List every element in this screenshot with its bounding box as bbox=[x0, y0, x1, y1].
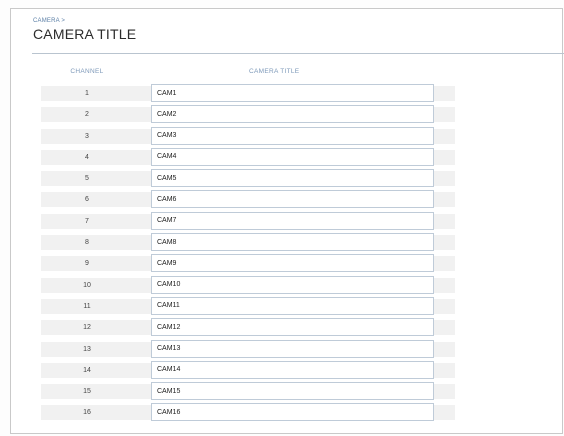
table-row: 15 bbox=[41, 381, 455, 402]
camera-title-input[interactable] bbox=[151, 84, 434, 102]
camera-title-input[interactable] bbox=[151, 147, 434, 166]
channel-number: 13 bbox=[83, 345, 91, 353]
table-row: 9 bbox=[41, 253, 455, 274]
table-row: 2 bbox=[41, 104, 455, 125]
channel-number: 16 bbox=[83, 409, 91, 417]
channel-number: 2 bbox=[85, 111, 89, 119]
table-row: 3 bbox=[41, 126, 455, 147]
camera-title-input[interactable] bbox=[151, 318, 434, 337]
camera-title-input[interactable] bbox=[151, 382, 434, 401]
camera-title-table: 12345678910111213141516 bbox=[41, 83, 455, 424]
camera-title-input[interactable] bbox=[151, 190, 434, 209]
table-row: 10 bbox=[41, 275, 455, 296]
channel-number: 7 bbox=[85, 217, 89, 225]
table-row: 7 bbox=[41, 211, 455, 232]
camera-title-input[interactable] bbox=[151, 126, 434, 145]
table-row: 6 bbox=[41, 189, 455, 210]
camera-title-input[interactable] bbox=[151, 233, 434, 252]
channel-number: 6 bbox=[85, 196, 89, 204]
camera-title-input[interactable] bbox=[151, 275, 434, 294]
camera-title-input[interactable] bbox=[151, 339, 434, 358]
table-row: 1 bbox=[41, 83, 455, 104]
channel-number: 15 bbox=[83, 388, 91, 396]
channel-number: 11 bbox=[83, 302, 91, 310]
table-row: 13 bbox=[41, 339, 455, 360]
channel-number: 12 bbox=[83, 324, 91, 332]
camera-title-input[interactable] bbox=[151, 105, 434, 124]
channel-number: 1 bbox=[85, 90, 89, 97]
table-row: 16 bbox=[41, 402, 455, 423]
camera-title-input[interactable] bbox=[151, 211, 434, 230]
camera-title-panel: CAMERA > CAMERA TITLE CHANNEL CAMERA TIT… bbox=[10, 8, 564, 434]
camera-title-input[interactable] bbox=[151, 360, 434, 379]
camera-title-input[interactable] bbox=[151, 169, 434, 188]
channel-number: 5 bbox=[85, 175, 89, 183]
column-header-channel: CHANNEL bbox=[70, 68, 104, 75]
channel-number: 3 bbox=[85, 132, 89, 140]
column-header-camera-title: CAMERA TITLE bbox=[249, 68, 300, 75]
channel-number: 14 bbox=[83, 366, 91, 374]
table-row: 4 bbox=[41, 147, 455, 168]
channel-number: 9 bbox=[85, 260, 89, 268]
camera-title-input[interactable] bbox=[151, 403, 434, 422]
page-title: CAMERA TITLE bbox=[33, 26, 137, 42]
camera-title-input[interactable] bbox=[151, 296, 434, 315]
table-row: 5 bbox=[41, 168, 455, 189]
table-row: 8 bbox=[41, 232, 455, 253]
channel-number: 10 bbox=[83, 281, 91, 289]
table-row: 12 bbox=[41, 317, 455, 338]
table-row: 11 bbox=[41, 296, 455, 317]
channel-number: 4 bbox=[85, 153, 89, 161]
camera-title-input[interactable] bbox=[151, 254, 434, 273]
title-divider bbox=[32, 53, 564, 54]
channel-number: 8 bbox=[85, 239, 89, 247]
table-row: 14 bbox=[41, 360, 455, 381]
breadcrumb: CAMERA > bbox=[33, 18, 66, 24]
